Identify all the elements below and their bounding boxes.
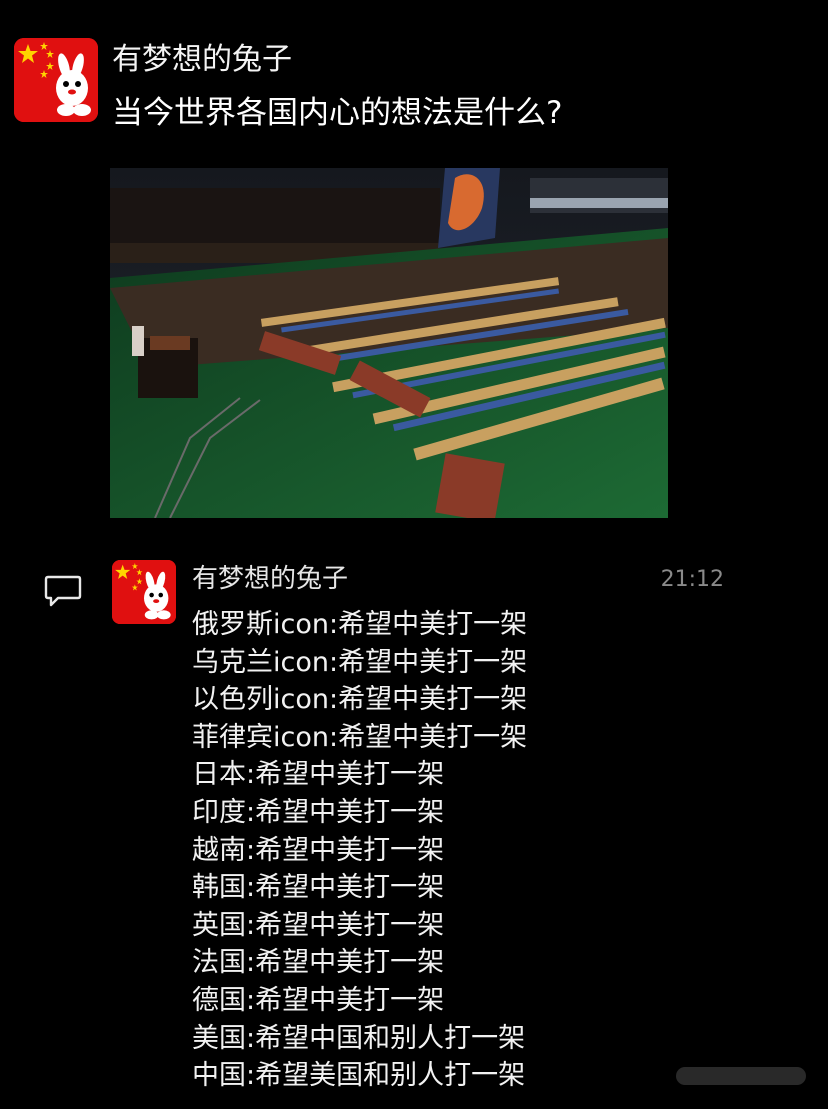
reply-line: 印度:希望中美打一架 [192,796,445,828]
reply-line: 英国:希望中美打一架 [192,909,445,941]
reply-line: 法国:希望中美打一架 [192,947,445,979]
reply-line: 俄罗斯icon:希望中美打一架 [192,609,528,640]
reply-line: 中国:希望美国和别人打一架 [192,1060,526,1092]
reply-text: 俄罗斯icon:希望中美打一架 乌克兰icon:希望中美打一架 以色列icon:… [192,606,527,1095]
reply-timestamp: 21:12 [660,567,724,592]
reply-line: 韩国:希望中美打一架 [192,872,445,904]
china-flag-rabbit-icon [112,560,176,624]
reply-line: 德国:希望中美打一架 [192,984,445,1016]
reply-line: 日本:希望中美打一架 [192,759,445,791]
post-author-name[interactable]: 有梦想的兔子 [112,38,292,82]
reply-line: 以色列icon:希望中美打一架 [192,684,528,716]
reply-line: 菲律宾icon:希望中美打一架 [192,721,528,753]
reply-line: 乌克兰icon:希望中美打一架 [192,646,528,678]
china-flag-rabbit-icon [14,38,98,122]
post-avatar[interactable] [14,38,98,122]
un-assembly-photo [110,168,668,518]
reply-line: 越南:希望中美打一架 [192,834,445,866]
reply-avatar[interactable] [112,560,176,624]
comment-bubble-icon[interactable] [44,574,82,608]
reply-line: 美国:希望中国和别人打一架 [192,1022,526,1054]
watermark-mark [676,1067,806,1085]
reply-author-name[interactable]: 有梦想的兔子 [192,560,348,598]
post-title: 当今世界各国内心的想法是什么? [112,95,563,131]
post-image[interactable] [110,168,668,518]
